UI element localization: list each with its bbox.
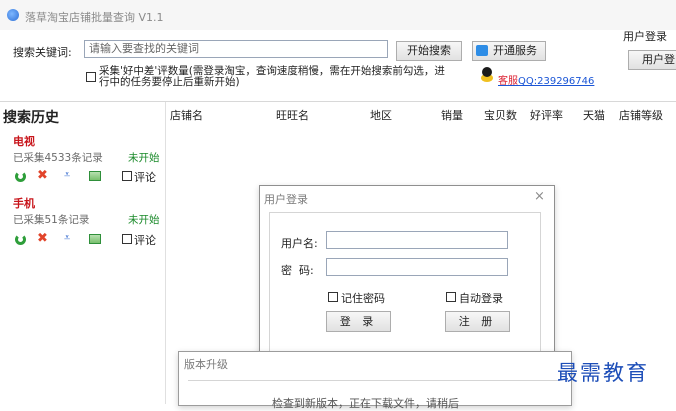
username-label: 用户名: bbox=[281, 237, 318, 250]
col-wangwang-name[interactable]: 旺旺名 bbox=[276, 107, 309, 123]
support-qq: QQ:239296746 bbox=[518, 76, 595, 87]
history-item-name[interactable]: 电视 bbox=[13, 133, 35, 149]
col-shop-name[interactable]: 店铺名 bbox=[170, 107, 203, 123]
login-dialog-title: 用户登录 bbox=[264, 193, 308, 206]
col-shop-level[interactable]: 店铺等级 bbox=[619, 107, 663, 123]
service-icon bbox=[476, 45, 488, 56]
start-search-button[interactable]: 开始搜索 bbox=[396, 41, 462, 61]
support-prefix: 客服 bbox=[498, 76, 518, 87]
app-icon bbox=[7, 9, 19, 21]
download-icon[interactable]: ⩡ bbox=[64, 169, 70, 181]
comment-label: 评论 bbox=[134, 171, 156, 184]
comment-checkbox[interactable] bbox=[122, 171, 132, 181]
window-title: 落草淘宝店铺批量查询 V1.1 bbox=[25, 11, 164, 24]
top-login-label: 用户登录 bbox=[623, 30, 667, 43]
comment-checkbox[interactable] bbox=[122, 234, 132, 244]
top-login-button[interactable]: 用户登 bbox=[628, 50, 676, 70]
history-item-status: 未开始 bbox=[128, 214, 160, 226]
excel-export-icon[interactable] bbox=[89, 171, 101, 181]
login-button[interactable]: 登 录 bbox=[326, 311, 391, 332]
collect-reviews-checkbox[interactable] bbox=[86, 72, 96, 82]
password-field[interactable] bbox=[326, 258, 508, 276]
history-title: 搜索历史 bbox=[3, 110, 59, 126]
col-item-count[interactable]: 宝贝数 bbox=[484, 107, 517, 123]
history-item-record: 已采集51条记录 bbox=[13, 214, 90, 226]
excel-export-icon[interactable] bbox=[89, 234, 101, 244]
username-field[interactable] bbox=[326, 231, 508, 249]
close-icon[interactable]: × bbox=[534, 189, 545, 204]
collect-reviews-label: 采集'好中差'评数量(需登录淘宝，查询速度稍慢，需在开始搜索前勾选，进 行中的任… bbox=[99, 66, 479, 88]
col-region[interactable]: 地区 bbox=[370, 107, 392, 123]
refresh-icon[interactable] bbox=[15, 234, 26, 245]
auto-login-label: 自动登录 bbox=[459, 292, 503, 305]
history-item-status: 未开始 bbox=[128, 152, 160, 164]
support-qq-link[interactable]: 客服QQ:239296746 bbox=[498, 72, 594, 87]
watermark-text: 最需教育 bbox=[557, 361, 649, 385]
refresh-icon[interactable] bbox=[15, 171, 26, 182]
remember-password-checkbox[interactable] bbox=[328, 292, 338, 302]
download-icon[interactable]: ⩡ bbox=[64, 232, 70, 244]
col-tmall[interactable]: 天猫 bbox=[583, 107, 605, 123]
comment-label: 评论 bbox=[134, 234, 156, 247]
remember-password-label: 记住密码 bbox=[341, 292, 385, 305]
register-button[interactable]: 注 册 bbox=[445, 311, 510, 332]
password-label: 密 码: bbox=[281, 264, 314, 277]
delete-icon[interactable]: ✖ bbox=[37, 232, 48, 245]
col-positive-rate[interactable]: 好评率 bbox=[530, 107, 563, 123]
collect-line-2: 行中的任务要停止后重新开始) bbox=[99, 76, 240, 88]
qq-penguin-icon bbox=[480, 67, 494, 83]
auto-login-checkbox[interactable] bbox=[446, 292, 456, 302]
col-sales[interactable]: 销量 bbox=[441, 107, 463, 123]
update-message: 检查到新版本，正在下载文件，请稍后 bbox=[272, 397, 459, 410]
history-item-name[interactable]: 手机 bbox=[13, 195, 35, 211]
search-input[interactable]: 请输入要查找的关键词 bbox=[84, 40, 388, 58]
update-dialog-title: 版本升级 bbox=[184, 358, 228, 371]
delete-icon[interactable]: ✖ bbox=[37, 169, 48, 182]
search-label: 搜索关键词: bbox=[13, 46, 72, 59]
history-item-record: 已采集4533条记录 bbox=[13, 152, 103, 164]
qq-icon-head bbox=[482, 67, 492, 77]
